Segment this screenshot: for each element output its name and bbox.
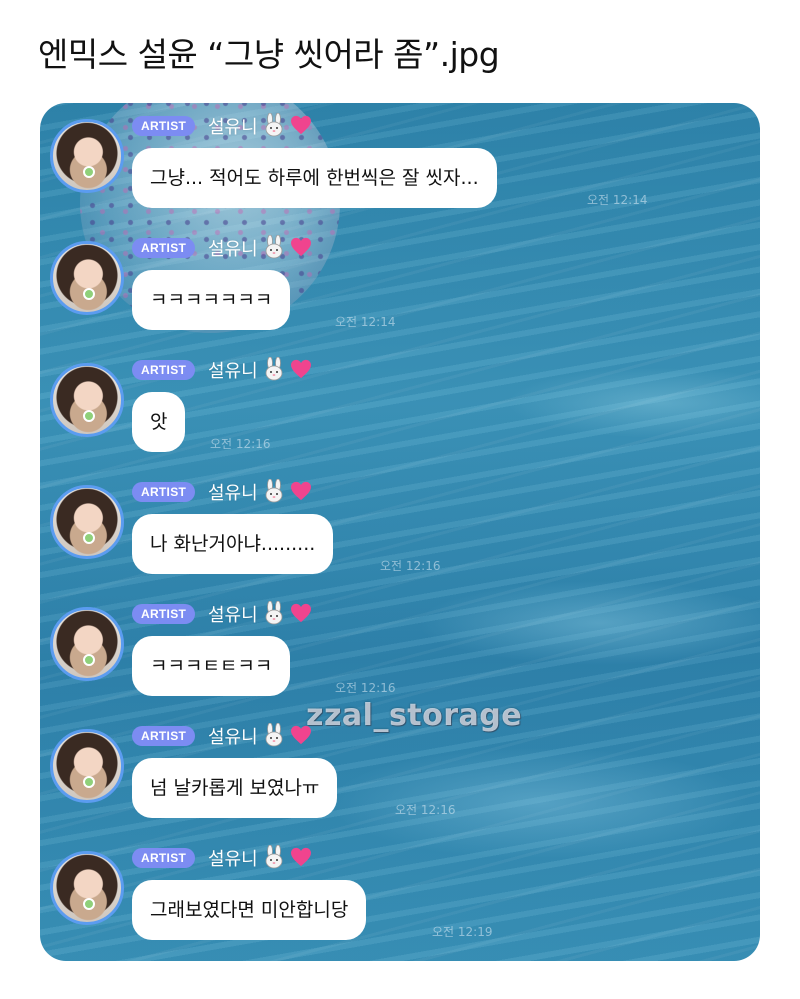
lollipop-icon (83, 410, 95, 422)
lollipop-icon (83, 288, 95, 300)
chat-window: ARTIST 설유니 그냥... 적어도 하루에 한번씩은 잘 씻자... 오전… (40, 103, 760, 961)
artist-badge: ARTIST (132, 116, 196, 136)
avatar[interactable] (50, 851, 124, 925)
pink-heart-icon (291, 359, 311, 379)
sender-name[interactable]: 설유니 (208, 845, 258, 871)
avatar[interactable] (50, 363, 124, 437)
bunny-emoji-icon (265, 479, 283, 503)
avatar[interactable] (50, 119, 124, 193)
chat-message: ARTIST 설유니 나 화난거아냐......... 오전 12:16 (40, 469, 760, 591)
bunny-emoji-icon (265, 113, 283, 137)
pink-heart-icon (291, 603, 311, 623)
lollipop-icon (83, 898, 95, 910)
chat-message: ARTIST 설유니 넘 날카롭게 보였나ㅠ 오전 12:16 (40, 713, 760, 835)
pink-heart-icon (291, 725, 311, 745)
message-bubble[interactable]: 넘 날카롭게 보였나ㅠ (132, 758, 338, 818)
message-timestamp: 오전 12:14 (335, 315, 396, 329)
pink-heart-icon (291, 237, 311, 257)
chat-message: ARTIST 설유니 그냥... 적어도 하루에 한번씩은 잘 씻자... 오전… (40, 103, 760, 225)
sender-name[interactable]: 설유니 (208, 113, 258, 139)
message-timestamp: 오전 12:16 (380, 559, 441, 573)
lollipop-icon (83, 532, 95, 544)
avatar[interactable] (50, 607, 124, 681)
message-bubble[interactable]: ㅋㅋㅋㅋㅋㅋㅋ (132, 270, 291, 330)
artist-badge: ARTIST (132, 604, 196, 624)
sender-name[interactable]: 설유니 (208, 479, 258, 505)
sender-name[interactable]: 설유니 (208, 601, 258, 627)
message-timestamp: 오전 12:16 (395, 803, 456, 817)
bunny-emoji-icon (265, 357, 283, 381)
pink-heart-icon (291, 115, 311, 135)
message-timestamp: 오전 12:16 (210, 437, 271, 451)
artist-badge: ARTIST (132, 482, 196, 502)
bunny-emoji-icon (265, 845, 283, 869)
message-bubble[interactable]: 그냥... 적어도 하루에 한번씩은 잘 씻자... (132, 148, 497, 208)
message-timestamp: 오전 12:19 (432, 925, 493, 939)
post-title: 엔믹스 설윤 “그냥 씻어라 좀”.jpg (38, 35, 500, 74)
message-bubble[interactable]: 그래보였다면 미안합니당 (132, 880, 367, 940)
message-bubble[interactable]: 앗 (132, 392, 186, 452)
sender-name[interactable]: 설유니 (208, 357, 258, 383)
message-bubble[interactable]: 나 화난거아냐......... (132, 514, 334, 574)
chat-message: ARTIST 설유니 그래보였다면 미안합니당 오전 12:19 (40, 835, 760, 957)
bunny-emoji-icon (265, 235, 283, 259)
lollipop-icon (83, 166, 95, 178)
message-timestamp: 오전 12:14 (587, 193, 648, 207)
pink-heart-icon (291, 481, 311, 501)
sender-name[interactable]: 설유니 (208, 723, 258, 749)
avatar[interactable] (50, 485, 124, 559)
artist-badge: ARTIST (132, 360, 196, 380)
pink-heart-icon (291, 847, 311, 867)
bunny-emoji-icon (265, 601, 283, 625)
chat-message: ARTIST 설유니 ㅋㅋㅋㅋㅋㅋㅋ 오전 12:14 (40, 225, 760, 347)
lollipop-icon (83, 654, 95, 666)
avatar[interactable] (50, 241, 124, 315)
chat-message: ARTIST 설유니 앗 오전 12:16 (40, 347, 760, 469)
artist-badge: ARTIST (132, 238, 196, 258)
artist-badge: ARTIST (132, 848, 196, 868)
message-bubble[interactable]: ㅋㅋㅋㅌㅌㅋㅋ (132, 636, 291, 696)
chat-message: ARTIST 설유니 ㅋㅋㅋㅌㅌㅋㅋ 오전 12:16 (40, 591, 760, 713)
message-timestamp: 오전 12:16 (335, 681, 396, 695)
lollipop-icon (83, 776, 95, 788)
avatar[interactable] (50, 729, 124, 803)
sender-name[interactable]: 설유니 (208, 235, 258, 261)
artist-badge: ARTIST (132, 726, 196, 746)
bunny-emoji-icon (265, 723, 283, 747)
